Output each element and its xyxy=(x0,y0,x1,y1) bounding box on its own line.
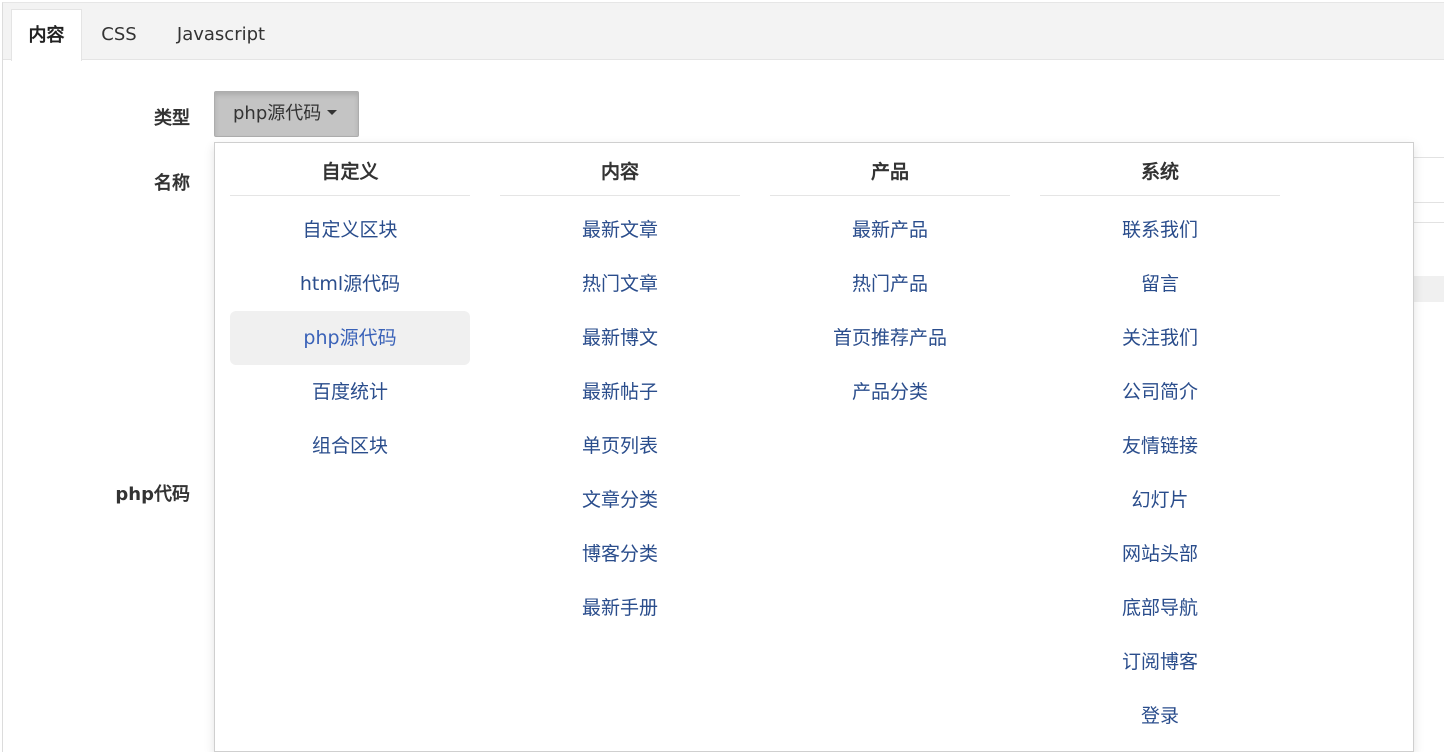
menu-item[interactable]: 最新帖子 xyxy=(500,365,740,419)
menu-item[interactable]: 文章分类 xyxy=(500,473,740,527)
menu-item[interactable]: 热门产品 xyxy=(770,257,1010,311)
code-editor-toolbar-edge xyxy=(1414,276,1444,302)
type-dropdown-menu: 自定义 自定义区块 html源代码 php源代码 百度统计 组合区块 内容 最新… xyxy=(214,142,1414,752)
caret-down-icon xyxy=(327,110,338,115)
menu-item[interactable]: 登录 xyxy=(1040,689,1280,743)
menu-item[interactable]: 首页推荐产品 xyxy=(770,311,1010,365)
menu-column-content: 内容 最新文章 热门文章 最新博文 最新帖子 单页列表 文章分类 博客分类 最新… xyxy=(500,143,740,635)
type-label: 类型 xyxy=(154,108,190,129)
menu-item[interactable]: 联系我们 xyxy=(1040,203,1280,257)
menu-item[interactable]: html源代码 xyxy=(230,257,470,311)
menu-item[interactable]: 幻灯片 xyxy=(1040,473,1280,527)
menu-item[interactable]: 最新产品 xyxy=(770,203,1010,257)
menu-item[interactable]: 自定义区块 xyxy=(230,203,470,257)
menu-item[interactable]: 公司简介 xyxy=(1040,365,1280,419)
menu-item-selected[interactable]: php源代码 xyxy=(230,311,470,365)
menu-item[interactable]: 组合区块 xyxy=(230,419,470,473)
code-editor-edge xyxy=(1412,222,1444,223)
menu-item[interactable]: 最新手册 xyxy=(500,581,740,635)
name-input-edge-bottom xyxy=(1412,202,1444,203)
menu-column-products: 产品 最新产品 热门产品 首页推荐产品 产品分类 xyxy=(770,143,1010,419)
column-header: 自定义 xyxy=(230,143,470,196)
menu-item[interactable]: 订阅博客 xyxy=(1040,635,1280,689)
type-dropdown-value: php源代码 xyxy=(233,103,322,124)
menu-item[interactable]: 留言 xyxy=(1040,257,1280,311)
menu-item[interactable]: 最新博文 xyxy=(500,311,740,365)
menu-column-custom: 自定义 自定义区块 html源代码 php源代码 百度统计 组合区块 xyxy=(230,143,470,473)
tab-content[interactable]: 内容 xyxy=(11,9,82,61)
menu-item[interactable]: 博客分类 xyxy=(500,527,740,581)
menu-item[interactable]: 百度统计 xyxy=(230,365,470,419)
name-label: 名称 xyxy=(154,173,190,194)
name-input-edge[interactable] xyxy=(1412,157,1444,158)
menu-column-system: 系统 联系我们 留言 关注我们 公司简介 友情链接 幻灯片 网站头部 底部导航 … xyxy=(1040,143,1280,743)
column-header: 系统 xyxy=(1040,143,1280,196)
tab-css[interactable]: CSS xyxy=(87,9,151,60)
menu-item[interactable]: 友情链接 xyxy=(1040,419,1280,473)
type-dropdown-button[interactable]: php源代码 xyxy=(214,91,359,137)
tab-javascript[interactable]: Javascript xyxy=(161,9,281,60)
php-code-label: php代码 xyxy=(115,484,190,505)
column-header: 产品 xyxy=(770,143,1010,196)
menu-item[interactable]: 热门文章 xyxy=(500,257,740,311)
column-header: 内容 xyxy=(500,143,740,196)
menu-item[interactable]: 底部导航 xyxy=(1040,581,1280,635)
menu-item[interactable]: 网站头部 xyxy=(1040,527,1280,581)
menu-item[interactable]: 关注我们 xyxy=(1040,311,1280,365)
menu-item[interactable]: 单页列表 xyxy=(500,419,740,473)
menu-item[interactable]: 产品分类 xyxy=(770,365,1010,419)
menu-item[interactable]: 最新文章 xyxy=(500,203,740,257)
tab-bar: 内容 CSS Javascript xyxy=(3,3,1444,61)
